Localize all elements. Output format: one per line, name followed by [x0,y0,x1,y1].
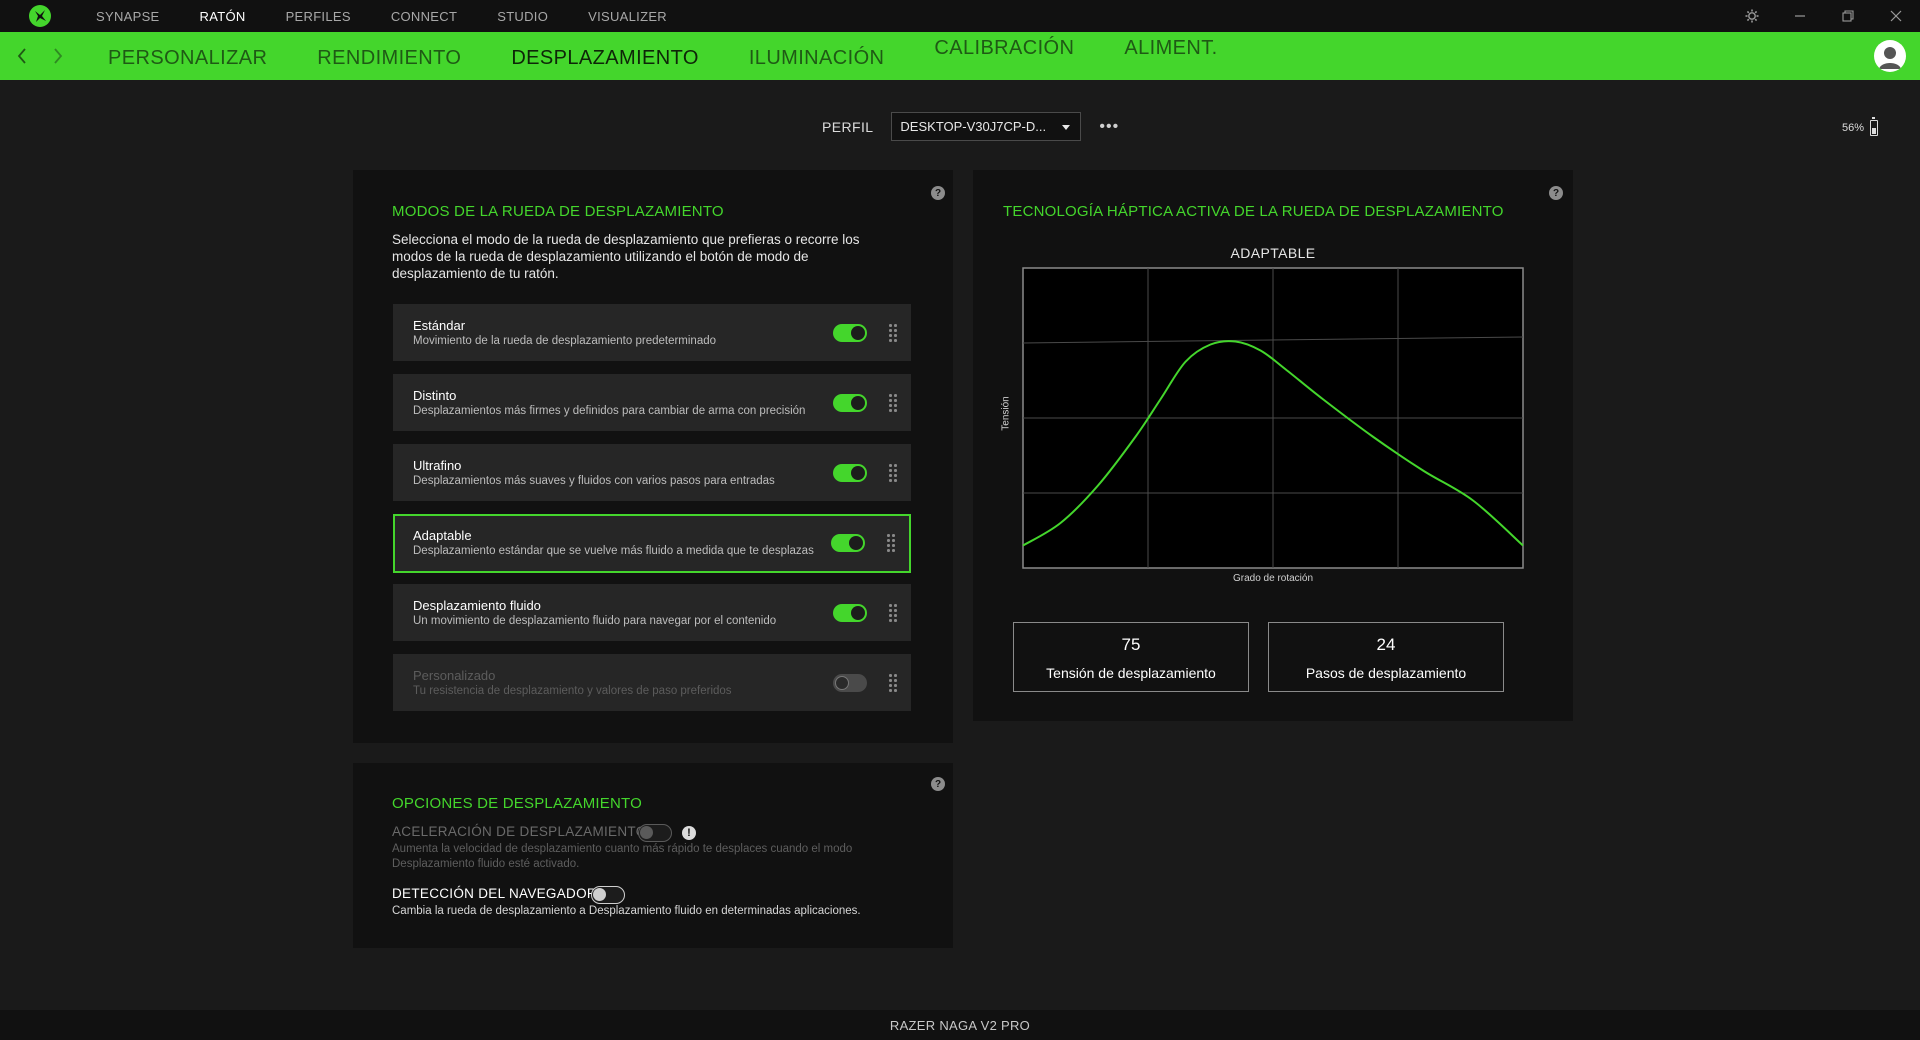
more-options-icon[interactable]: ••• [1099,118,1119,136]
profile-label: PERFIL [822,118,874,135]
mode-toggle-ultrafino[interactable] [833,464,867,482]
scroll-options-panel: ? OPCIONES DE DESPLAZAMIENTO ACELERACIÓN… [353,763,953,948]
steps-value: 24 [1376,635,1396,654]
topnav-studio[interactable]: STUDIO [497,9,548,24]
haptic-panel: ? TECNOLOGÍA HÁPTICA ACTIVA DE LA RUEDA … [973,170,1573,721]
drag-handle-icon[interactable] [889,674,897,692]
browser-detection-label: DETECCIÓN DEL NAVEGADOR [392,886,597,901]
battery-percent: 56% [1841,122,1864,134]
tab-desplazamiento[interactable]: DESPLAZAMIENTO [511,47,699,70]
back-arrow-icon[interactable] [4,32,40,80]
browser-detection-toggle[interactable] [591,886,625,904]
mode-toggle-fluido[interactable] [833,604,867,622]
tab-personalizar[interactable]: PERSONALIZAR [108,47,267,70]
profile-dropdown[interactable]: DESKTOP-V30J7CP-D... [891,112,1082,141]
mode-description: Desplazamientos más suaves y fluidos con… [413,475,775,487]
drag-handle-icon[interactable] [887,534,895,552]
help-icon[interactable]: ? [1549,186,1563,200]
settings-gear-icon[interactable] [1728,0,1776,32]
haptic-chart [1022,267,1524,569]
acceleration-description-line1: Aumenta la velocidad de desplazamiento c… [392,843,853,855]
profile-row: PERFIL DESKTOP-V30J7CP-D... ••• [822,112,1119,141]
options-title: OPCIONES DE DESPLAZAMIENTO [392,795,642,812]
mode-name: Ultrafino [413,458,462,473]
haptic-title: TECNOLOGÍA HÁPTICA ACTIVA DE LA RUEDA DE… [1003,203,1504,220]
mode-name: Distinto [413,388,457,403]
mode-toggle-estandar[interactable] [833,324,867,342]
minimize-icon[interactable] [1776,0,1824,32]
mode-toggle-distinto[interactable] [833,394,867,412]
mode-toggle-adaptable[interactable] [831,534,865,552]
razer-logo-icon[interactable] [26,2,54,30]
tension-box[interactable]: 75 Tensión de desplazamiento [1013,622,1249,692]
topnav-visualizer[interactable]: VISUALIZER [588,9,667,24]
scroll-modes-panel: ? MODOS DE LA RUEDA DE DESPLAZAMIENTO Se… [353,170,953,743]
mode-description: Desplazamientos más firmes y definidos p… [413,405,806,417]
mode-row-personalizado[interactable]: Personalizado Tu resistencia de desplaza… [393,654,911,711]
mode-name: Estándar [413,318,466,333]
mode-row-fluido[interactable]: Desplazamiento fluido Un movimiento de d… [393,584,911,641]
window-controls [1728,0,1920,32]
mode-row-estandar[interactable]: Estándar Movimiento de la rueda de despl… [393,304,911,361]
topnav-perfiles[interactable]: PERFILES [286,9,351,24]
browser-detection-description: Cambia la rueda de desplazamiento a Desp… [392,905,861,917]
steps-box[interactable]: 24 Pasos de desplazamiento [1268,622,1504,692]
tension-label: Tensión de desplazamiento [1046,665,1216,681]
drag-handle-icon[interactable] [889,464,897,482]
topnav-raton[interactable]: RATÓN [200,9,246,24]
acceleration-description-line2: Desplazamiento fluido esté activado. [392,858,580,870]
forward-arrow-icon[interactable] [40,32,76,80]
top-nav: SYNAPSE RATÓN PERFILES CONNECT STUDIO VI… [96,9,707,24]
mode-description: Desplazamiento estándar que se vuelve má… [413,545,814,557]
profile-value: DESKTOP-V30J7CP-D... [900,119,1047,134]
mode-description: Tu resistencia de desplazamiento y valor… [413,685,732,697]
subnav-tabs: PERSONALIZAR RENDIMIENTO DESPLAZAMIENTO … [108,37,1268,70]
warning-icon[interactable]: ! [682,826,696,840]
tab-calibracion[interactable]: CALIBRACIÓN [934,37,1074,70]
mode-row-ultrafino[interactable]: Ultrafino Desplazamientos más suaves y f… [393,444,911,501]
topnav-synapse[interactable]: SYNAPSE [96,9,160,24]
user-avatar-icon[interactable] [1874,40,1906,72]
y-axis-label: Tensión [1000,396,1012,431]
chevron-down-icon [1062,125,1071,130]
tab-iluminacion[interactable]: ILUMINACIÓN [749,47,885,70]
mode-description: Movimiento de la rueda de desplazamiento… [413,335,717,347]
mode-toggle-personalizado[interactable] [833,674,867,692]
tab-aliment[interactable]: ALIMENT. [1124,37,1217,70]
x-axis-label: Grado de rotación [1232,573,1314,584]
steps-label: Pasos de desplazamiento [1305,665,1467,681]
device-name: RAZER NAGA V2 PRO [889,1017,1031,1033]
close-icon[interactable] [1872,0,1920,32]
mode-description: Un movimiento de desplazamiento fluido p… [413,615,777,627]
mode-name: Desplazamiento fluido [413,598,541,613]
mode-row-adaptable[interactable]: Adaptable Desplazamiento estándar que se… [393,514,911,573]
sub-nav: PERSONALIZAR RENDIMIENTO DESPLAZAMIENTO … [0,32,1920,80]
modes-title: MODOS DE LA RUEDA DE DESPLAZAMIENTO [392,203,724,220]
drag-handle-icon[interactable] [889,604,897,622]
title-bar: SYNAPSE RATÓN PERFILES CONNECT STUDIO VI… [0,0,1920,32]
restore-icon[interactable] [1824,0,1872,32]
mode-row-distinto[interactable]: Distinto Desplazamientos más firmes y de… [393,374,911,431]
tab-rendimiento[interactable]: RENDIMIENTO [317,47,461,70]
help-icon[interactable]: ? [931,186,945,200]
chart-title: ADAPTABLE [1230,245,1316,261]
drag-handle-icon[interactable] [889,324,897,342]
drag-handle-icon[interactable] [889,394,897,412]
acceleration-label: ACELERACIÓN DE DESPLAZAMIENTO [392,824,647,839]
help-icon[interactable]: ? [931,777,945,791]
modes-description: Selecciona el modo de la rueda de despla… [392,232,860,281]
battery-icon [1870,117,1878,136]
topnav-connect[interactable]: CONNECT [391,9,457,24]
device-footer: RAZER NAGA V2 PRO [0,1010,1920,1040]
tension-value: 75 [1121,635,1141,654]
mode-name: Personalizado [413,668,496,683]
acceleration-toggle[interactable] [638,824,672,842]
mode-name: Adaptable [413,528,472,543]
battery-status: 56% [1841,117,1878,136]
